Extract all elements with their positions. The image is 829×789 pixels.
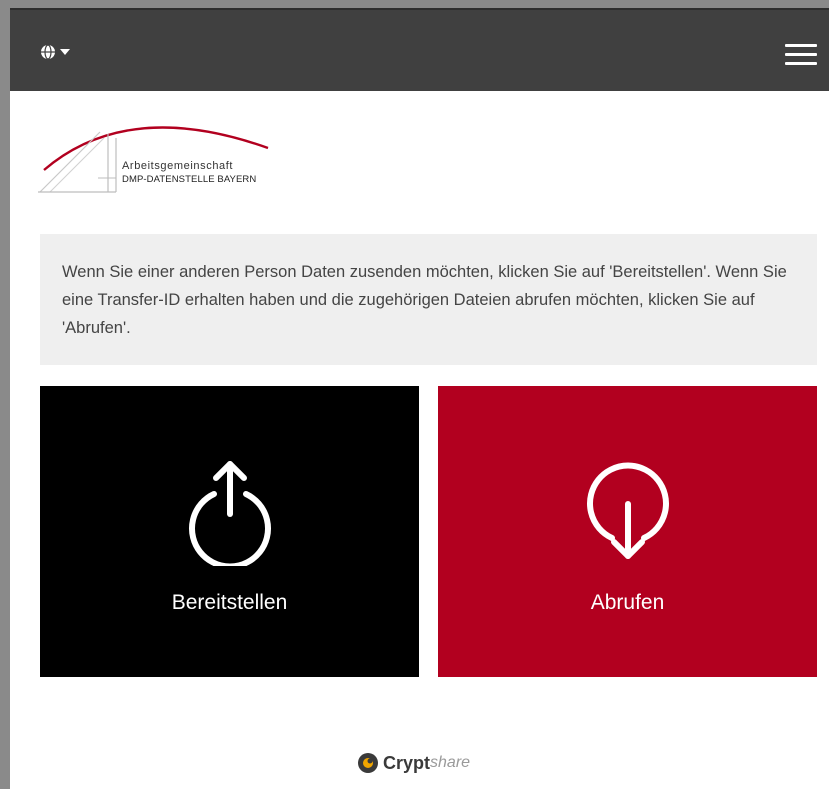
app-frame: Arbeitsgemeinschaft DMP-DATENSTELLE BAYE… bbox=[10, 8, 829, 789]
logo-text-line2: DMP-DATENSTELLE BAYERN bbox=[122, 174, 257, 185]
language-selector[interactable] bbox=[40, 44, 71, 60]
cryptshare-brand-light: share bbox=[430, 754, 471, 771]
download-button[interactable]: Abrufen bbox=[438, 386, 817, 677]
cryptshare-brand-bold: Crypt bbox=[383, 752, 431, 773]
hamburger-menu-icon[interactable] bbox=[785, 44, 817, 66]
download-icon bbox=[586, 462, 669, 559]
organization-logo: Arbeitsgemeinschaft DMP-DATENSTELLE BAYE… bbox=[38, 108, 298, 194]
download-button-label: Abrufen bbox=[590, 591, 665, 614]
cryptshare-logo-icon bbox=[358, 753, 378, 773]
upload-button-label: Bereitstellen bbox=[171, 591, 288, 614]
globe-icon bbox=[41, 44, 55, 60]
top-navigation-bar bbox=[10, 8, 829, 91]
cryptshare-footer-logo: Crypt share bbox=[357, 752, 470, 774]
logo-text-line1: Arbeitsgemeinschaft bbox=[122, 160, 234, 172]
upload-icon bbox=[188, 461, 271, 566]
upload-button[interactable]: Bereitstellen bbox=[40, 386, 419, 677]
caret-down-icon bbox=[60, 49, 70, 55]
info-message: Wenn Sie einer anderen Person Daten zuse… bbox=[40, 234, 817, 365]
